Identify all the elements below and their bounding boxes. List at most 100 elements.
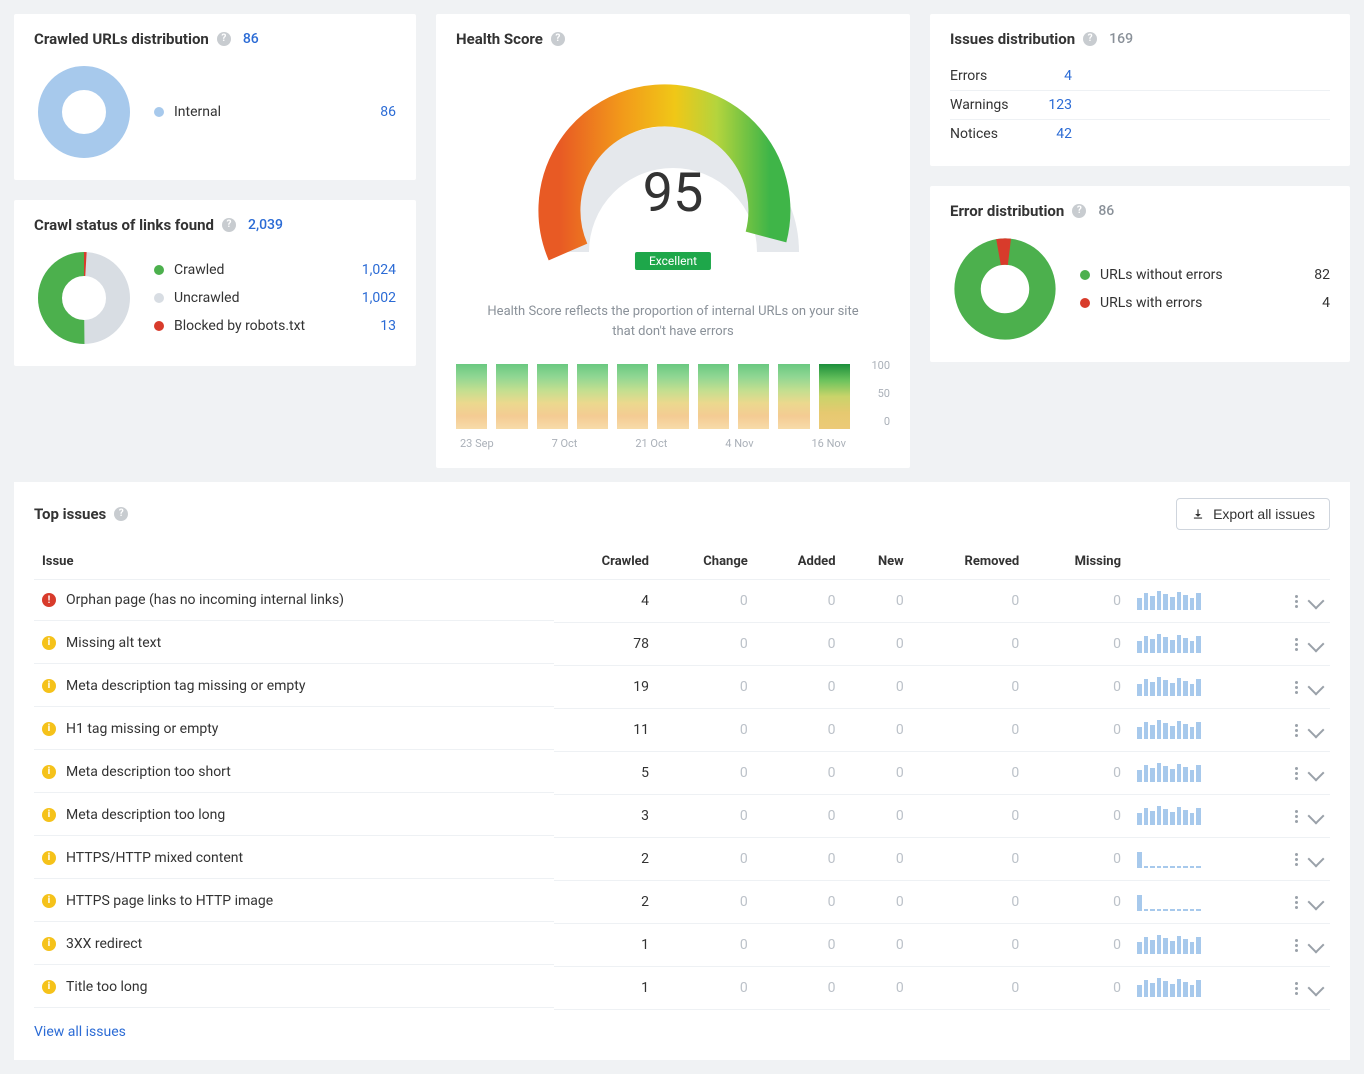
issues-dist-name: Errors [950, 68, 1020, 84]
legend-dot-icon [154, 293, 164, 303]
issue-name-cell[interactable]: iMissing alt text [34, 623, 554, 664]
column-header[interactable]: Added [756, 544, 844, 580]
row-menu-icon[interactable] [1295, 896, 1298, 909]
issue-name-cell[interactable]: iMeta description too short [34, 752, 554, 793]
table-row[interactable]: iTitle too long100000 [34, 967, 1330, 1010]
help-icon[interactable]: ? [1072, 204, 1086, 218]
change-cell: 0 [657, 924, 756, 967]
added-cell: 0 [756, 924, 844, 967]
help-icon[interactable]: ? [222, 218, 236, 232]
expand-row-icon[interactable] [1308, 635, 1325, 652]
help-icon[interactable]: ? [114, 507, 128, 521]
table-row[interactable]: !Orphan page (has no incoming internal l… [34, 580, 1330, 623]
row-menu-icon[interactable] [1295, 982, 1298, 995]
missing-cell: 0 [1027, 881, 1129, 924]
missing-cell: 0 [1027, 838, 1129, 881]
row-menu-icon[interactable] [1295, 724, 1298, 737]
table-row[interactable]: iHTTPS page links to HTTP image200000 [34, 881, 1330, 924]
legend-item[interactable]: Blocked by robots.txt13 [154, 312, 396, 340]
expand-row-icon[interactable] [1308, 592, 1325, 609]
sparkline-cell [1129, 580, 1260, 623]
change-cell: 0 [657, 838, 756, 881]
legend-item[interactable]: URLs without errors82 [1080, 261, 1330, 289]
help-icon[interactable]: ? [1083, 32, 1097, 46]
added-cell: 0 [756, 752, 844, 795]
column-header[interactable]: Issue [34, 544, 554, 580]
expand-row-icon[interactable] [1308, 678, 1325, 695]
legend-dot-icon [154, 265, 164, 275]
table-row[interactable]: i3XX redirect100000 [34, 924, 1330, 967]
issues-dist-row[interactable]: Notices42 [950, 120, 1330, 148]
issues-dist-count: 123 [1032, 97, 1072, 113]
column-header[interactable]: Removed [912, 544, 1027, 580]
column-header[interactable]: Missing [1027, 544, 1129, 580]
sparkline [1137, 893, 1201, 911]
row-menu-icon[interactable] [1295, 681, 1298, 694]
expand-row-icon[interactable] [1308, 936, 1325, 953]
issue-title: HTTPS page links to HTTP image [66, 893, 273, 909]
sparkline [1137, 764, 1201, 782]
change-cell: 0 [657, 623, 756, 666]
export-all-issues-button[interactable]: Export all issues [1176, 498, 1330, 530]
crawl-status-count[interactable]: 2,039 [248, 217, 283, 233]
expand-row-icon[interactable] [1308, 979, 1325, 996]
help-icon[interactable]: ? [217, 32, 231, 46]
issues-dist-row[interactable]: Errors4 [950, 62, 1330, 91]
legend-label: Crawled [174, 262, 224, 278]
legend-value: 1,024 [362, 262, 396, 278]
severity-icon: i [42, 765, 56, 779]
expand-row-icon[interactable] [1308, 893, 1325, 910]
issue-name-cell[interactable]: i3XX redirect [34, 924, 554, 965]
column-header[interactable]: Crawled [554, 544, 657, 580]
missing-cell: 0 [1027, 623, 1129, 666]
change-cell: 0 [657, 666, 756, 709]
column-header[interactable]: New [844, 544, 912, 580]
row-menu-icon[interactable] [1295, 939, 1298, 952]
issues-dist-count: 169 [1109, 31, 1133, 47]
table-row[interactable]: iMeta description tag missing or empty19… [34, 666, 1330, 709]
table-row[interactable]: iMeta description too short500000 [34, 752, 1330, 795]
legend-item[interactable]: Internal86 [154, 98, 396, 126]
expand-row-icon[interactable] [1308, 807, 1325, 824]
legend-item[interactable]: Uncrawled1,002 [154, 284, 396, 312]
row-menu-icon[interactable] [1295, 853, 1298, 866]
sparkline [1137, 721, 1201, 739]
row-menu-icon[interactable] [1295, 810, 1298, 823]
legend-item[interactable]: URLs with errors4 [1080, 289, 1330, 317]
table-row[interactable]: iH1 tag missing or empty1100000 [34, 709, 1330, 752]
row-menu-icon[interactable] [1295, 595, 1298, 608]
issue-name-cell[interactable]: !Orphan page (has no incoming internal l… [34, 580, 554, 621]
sparkline [1137, 936, 1201, 954]
issue-name-cell[interactable]: iHTTPS/HTTP mixed content [34, 838, 554, 879]
issue-title: Missing alt text [66, 635, 161, 651]
table-row[interactable]: iMeta description too long300000 [34, 795, 1330, 838]
removed-cell: 0 [912, 580, 1027, 623]
new-cell: 0 [844, 623, 912, 666]
issue-name-cell[interactable]: iHTTPS page links to HTTP image [34, 881, 554, 922]
missing-cell: 0 [1027, 795, 1129, 838]
sparkline [1137, 979, 1201, 997]
issue-name-cell[interactable]: iTitle too long [34, 967, 554, 1008]
new-cell: 0 [844, 795, 912, 838]
table-row[interactable]: iHTTPS/HTTP mixed content200000 [34, 838, 1330, 881]
column-header[interactable]: Change [657, 544, 756, 580]
removed-cell: 0 [912, 924, 1027, 967]
row-menu-icon[interactable] [1295, 767, 1298, 780]
severity-icon: i [42, 679, 56, 693]
expand-row-icon[interactable] [1308, 850, 1325, 867]
issue-name-cell[interactable]: iMeta description tag missing or empty [34, 666, 554, 707]
issues-dist-row[interactable]: Warnings123 [950, 91, 1330, 120]
legend-label: URLs with errors [1100, 295, 1202, 311]
issue-name-cell[interactable]: iMeta description too long [34, 795, 554, 836]
issue-name-cell[interactable]: iH1 tag missing or empty [34, 709, 554, 750]
crawled-cell: 2 [554, 838, 657, 881]
table-row[interactable]: iMissing alt text7800000 [34, 623, 1330, 666]
help-icon[interactable]: ? [551, 32, 565, 46]
legend-item[interactable]: Crawled 1,024 [154, 256, 396, 284]
row-menu-icon[interactable] [1295, 638, 1298, 651]
sparkline-cell [1129, 666, 1260, 709]
expand-row-icon[interactable] [1308, 764, 1325, 781]
view-all-issues-link[interactable]: View all issues [34, 1010, 126, 1044]
crawled-urls-count[interactable]: 86 [243, 31, 259, 47]
expand-row-icon[interactable] [1308, 721, 1325, 738]
